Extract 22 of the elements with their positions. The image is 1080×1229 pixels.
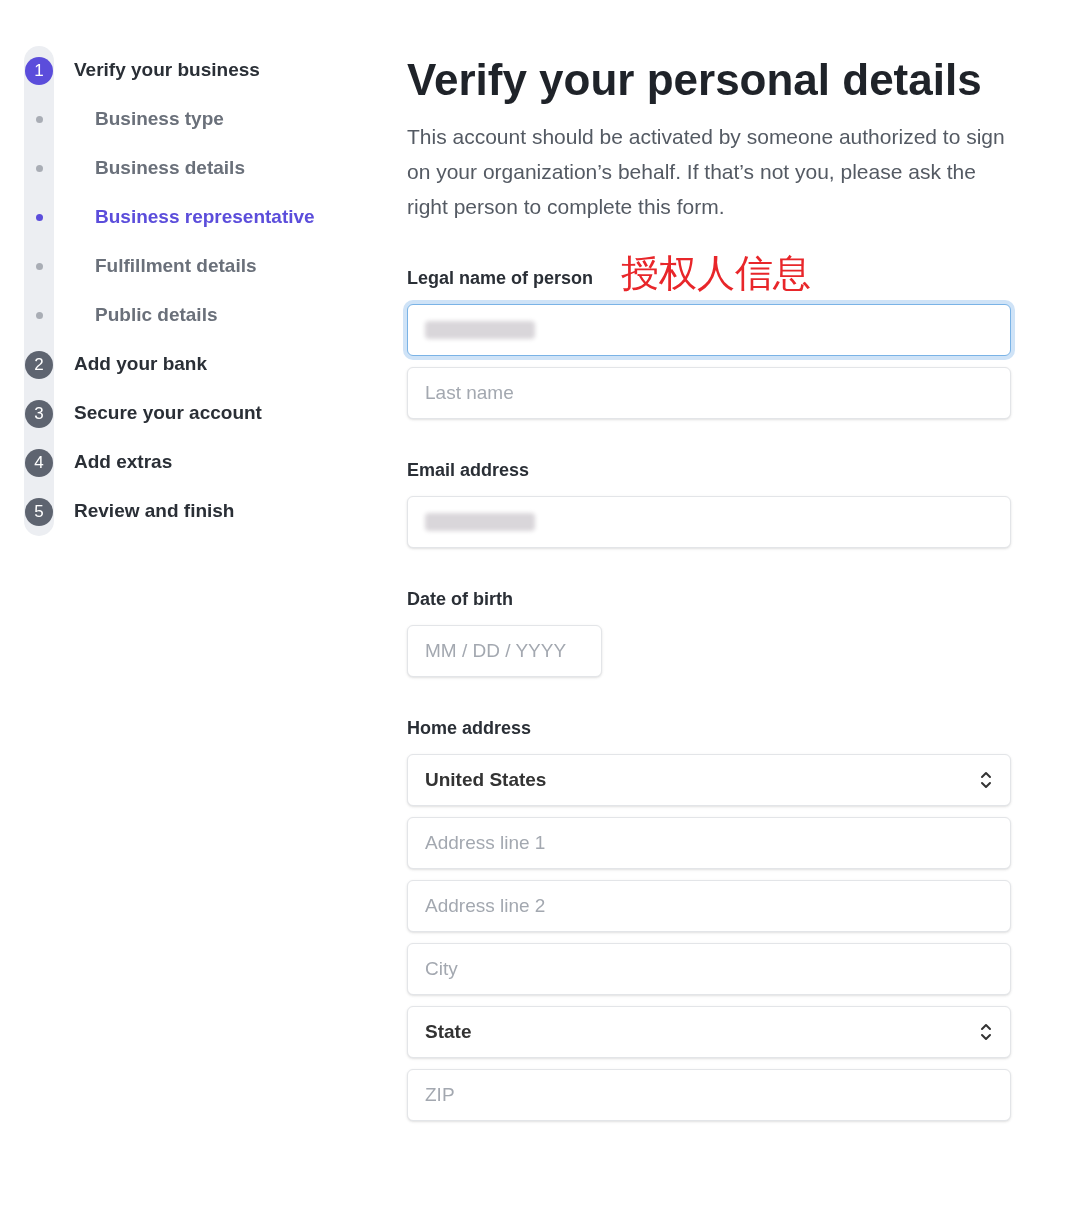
chevron-up-down-icon bbox=[979, 1022, 993, 1042]
step-link[interactable]: Add your bank bbox=[74, 350, 207, 379]
annotation-text: 授权人信息 bbox=[621, 254, 812, 292]
select-field[interactable]: United States bbox=[407, 754, 1011, 806]
field-label: Date of birth bbox=[407, 588, 513, 611]
chevron-up-down-icon bbox=[979, 770, 993, 790]
substep-link[interactable]: Business type bbox=[95, 105, 224, 134]
page-title: Verify your personal details bbox=[407, 54, 983, 106]
select-field[interactable]: State bbox=[407, 1006, 1011, 1058]
field-label: Legal name of person bbox=[407, 267, 594, 290]
substep-link[interactable]: Public details bbox=[95, 301, 218, 330]
substep-link[interactable]: Business representative bbox=[95, 203, 315, 232]
step-link[interactable]: Verify your business bbox=[74, 56, 260, 85]
field-label: Home address bbox=[407, 717, 532, 740]
substep-link[interactable]: Fulfillment details bbox=[95, 252, 257, 281]
step-link[interactable]: Secure your account bbox=[74, 399, 262, 428]
date-field[interactable]: MM / DD / YYYY bbox=[407, 625, 602, 677]
field-label: Email address bbox=[407, 459, 530, 482]
step-link[interactable]: Review and finish bbox=[74, 497, 235, 526]
description: This account should be activated by someone authorized to sign on your organization’s behalf. If that’s not you, please ask the right person to complete this form. bbox=[407, 124, 1006, 220]
step-link[interactable]: Add extras bbox=[74, 448, 173, 477]
substep-link[interactable]: Business details bbox=[95, 154, 245, 183]
